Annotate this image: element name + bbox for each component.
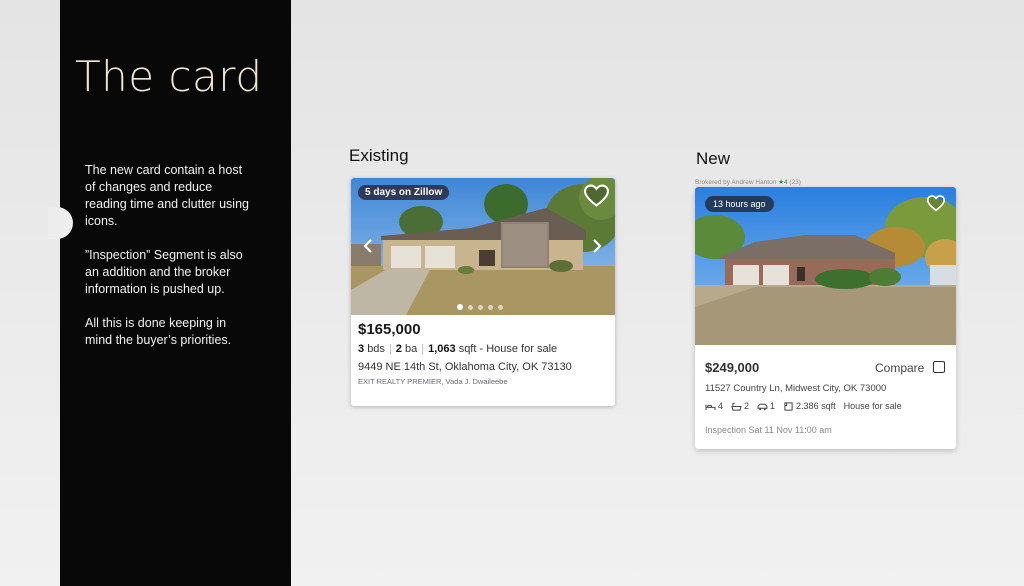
chevron-left-icon[interactable] bbox=[362, 238, 374, 254]
broker-reviews: (23) bbox=[789, 179, 801, 186]
compare-checkbox[interactable] bbox=[933, 361, 945, 373]
existing-label: Existing bbox=[349, 146, 409, 165]
pagination-dot[interactable] bbox=[478, 304, 483, 310]
baths-value: 2 bbox=[744, 401, 750, 411]
days-on-market-badge: 5 days on Zillow bbox=[358, 185, 450, 200]
pagination-dot[interactable] bbox=[457, 304, 463, 310]
listing-price: $249,000 bbox=[705, 360, 760, 375]
listing-type: House for sale bbox=[843, 401, 902, 411]
inspection-info[interactable]: Inspection Sat 11 Nov 11:00 am bbox=[705, 425, 832, 435]
listing-address[interactable]: 11527 Country Ln, Midwest City, OK 73000 bbox=[705, 383, 886, 394]
sqft-value: 2.386 sqft bbox=[796, 401, 836, 411]
broker-info: EXIT REALTY PREMIER, Vada J. Dwaileebe bbox=[358, 377, 508, 386]
listing-facts: 3 bds | 2 ba | 1,063 sqft - House for sale bbox=[358, 343, 558, 355]
listing-price: $165,000 bbox=[358, 321, 421, 338]
description-paragraph-2: ”Inspection” Segment is also an addition… bbox=[85, 248, 243, 296]
new-label: New bbox=[696, 149, 731, 168]
sidebar-panel: The card The new card contain a host of … bbox=[60, 0, 291, 586]
beds-unit: bds bbox=[367, 343, 385, 355]
brokered-by: Brokered by Andrew Hanton ★4 (23) bbox=[695, 178, 801, 186]
broker-name: Brokered by Andrew Hanton bbox=[695, 179, 777, 186]
page-title: The card bbox=[75, 52, 263, 101]
description: The new card contain a host of changes a… bbox=[85, 162, 250, 366]
existing-listing-card[interactable]: 5 days on Zillow $165,000 3 bds | 2 ba | 1,0… bbox=[351, 178, 615, 406]
pagination-dot[interactable] bbox=[468, 304, 473, 310]
new-listing-card[interactable]: 13 hours ago $249,000 Compare 11527 Coun… bbox=[695, 187, 956, 449]
broker-rating: 4 bbox=[783, 179, 788, 186]
compare-label[interactable]: Compare bbox=[875, 361, 924, 375]
area-icon bbox=[784, 401, 793, 411]
beds-value: 3 bbox=[358, 343, 365, 355]
photo-pagination bbox=[457, 304, 503, 310]
description-paragraph-1: The new card contain a host of changes a… bbox=[85, 163, 249, 228]
listing-facts: 4 2 1 2.386 sqft House for sale bbox=[705, 401, 910, 411]
bed-icon bbox=[705, 404, 716, 410]
pagination-dot[interactable] bbox=[498, 304, 503, 310]
listing-type: - House for sale bbox=[479, 343, 558, 355]
chevron-right-icon[interactable] bbox=[591, 238, 603, 254]
pagination-dot[interactable] bbox=[488, 304, 493, 310]
baths-unit: ba bbox=[404, 343, 418, 355]
garage-value: 1 bbox=[770, 401, 776, 411]
car-icon bbox=[757, 403, 768, 410]
beds-value: 4 bbox=[718, 401, 724, 411]
heart-icon[interactable] bbox=[927, 195, 945, 212]
description-paragraph-3: All this is done keeping in mind the buy… bbox=[85, 316, 232, 347]
heart-icon[interactable] bbox=[584, 184, 609, 208]
sqft-unit: sqft bbox=[458, 343, 477, 355]
sqft-value: 1,063 bbox=[428, 343, 456, 355]
baths-value: 2 bbox=[395, 343, 402, 355]
listed-time-badge: 13 hours ago bbox=[705, 196, 774, 212]
listing-address[interactable]: 9449 NE 14th St, Oklahoma City, OK 73130 bbox=[358, 361, 572, 373]
bath-icon bbox=[731, 402, 742, 411]
